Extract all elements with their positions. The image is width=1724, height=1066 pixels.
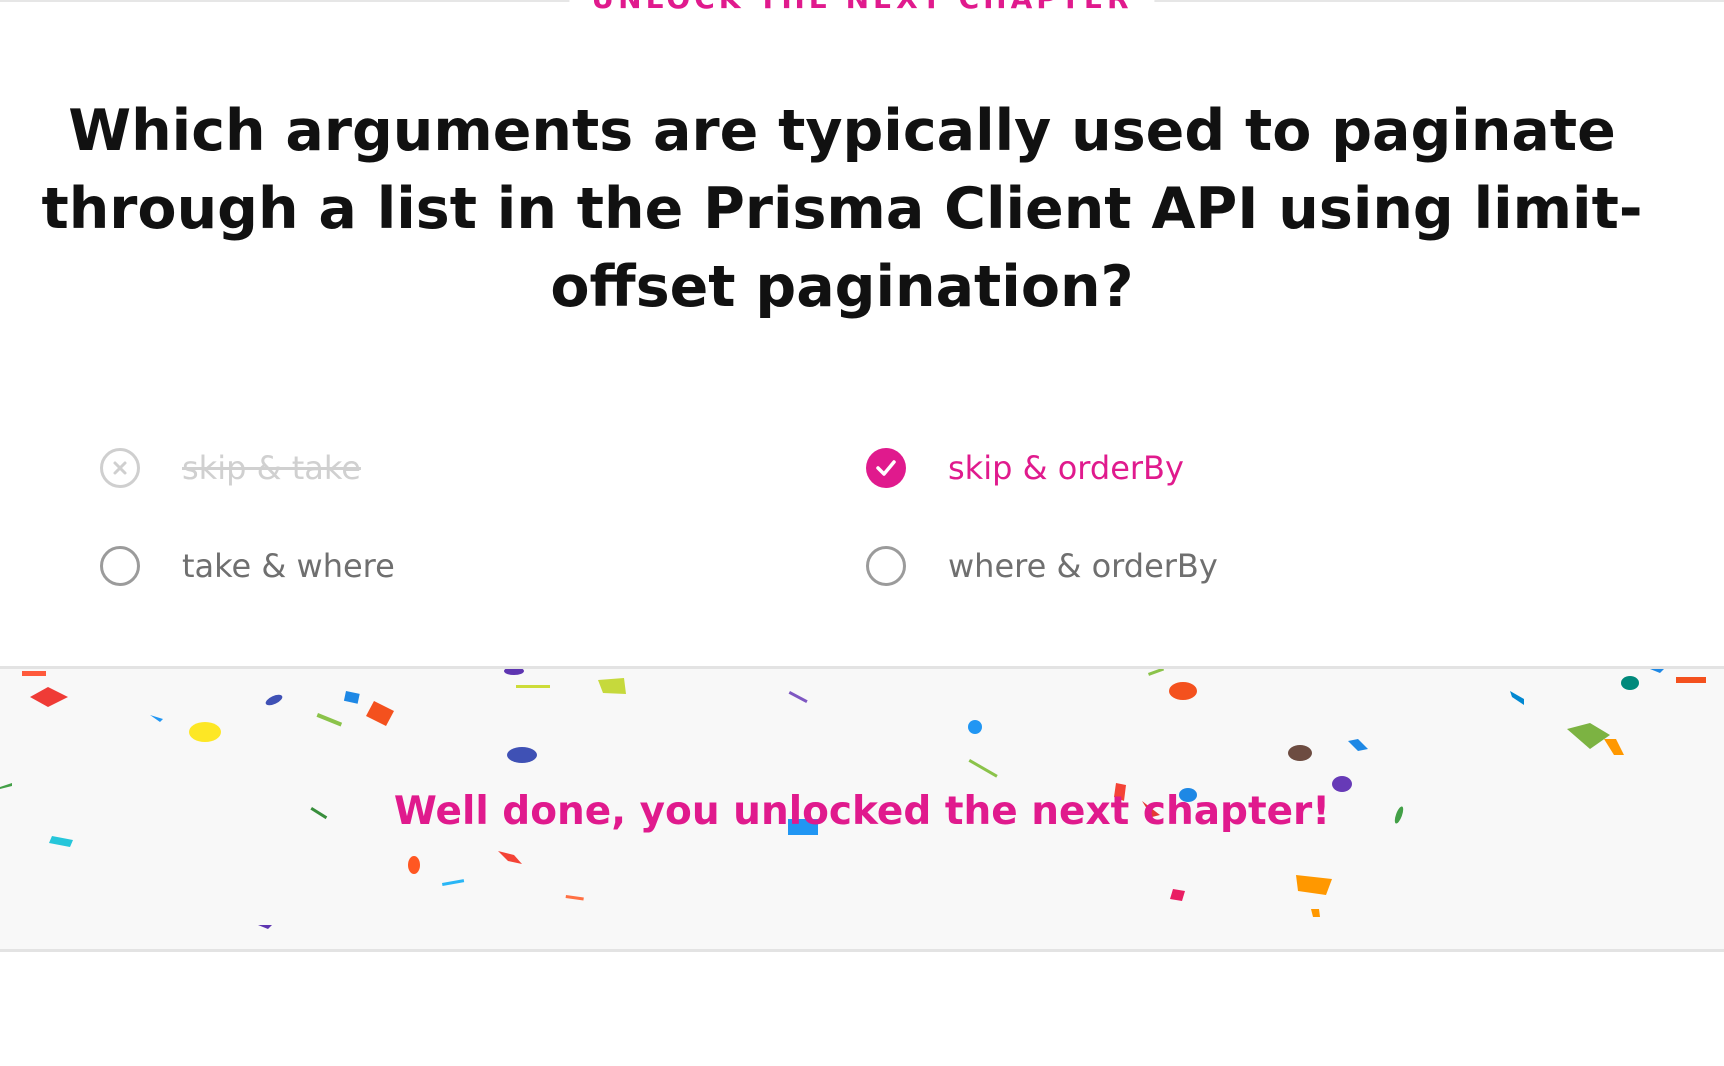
option-label: take & where [182, 547, 395, 585]
x-glyph [113, 461, 127, 475]
option-skip-orderby[interactable]: skip & orderBy [866, 438, 1184, 498]
chapter-label: UNLOCK THE NEXT CHAPTER [569, 0, 1155, 16]
check-circle-icon [866, 448, 906, 488]
radio-empty-icon [866, 546, 906, 586]
option-label: skip & take [182, 449, 361, 487]
result-banner: Well done, you unlocked the next chapter… [0, 666, 1724, 952]
success-message: Well done, you unlocked the next chapter… [393, 789, 1331, 834]
top-divider: UNLOCK THE NEXT CHAPTER [0, 0, 1724, 16]
radio-empty-icon [100, 546, 140, 586]
quiz-question: Which arguments are typically used to pa… [41, 98, 1643, 320]
option-where-orderby[interactable]: where & orderBy [866, 536, 1218, 596]
option-label: where & orderBy [948, 547, 1218, 585]
quiz-page: UNLOCK THE NEXT CHAPTER Which arguments … [0, 0, 1724, 1066]
quiz-options: skip & take skip & orderBy take & where … [100, 438, 1624, 638]
option-skip-take[interactable]: skip & take [100, 438, 361, 498]
option-label: skip & orderBy [948, 449, 1184, 487]
check-glyph [876, 460, 896, 476]
option-take-where[interactable]: take & where [100, 536, 395, 596]
x-circle-icon [100, 448, 140, 488]
